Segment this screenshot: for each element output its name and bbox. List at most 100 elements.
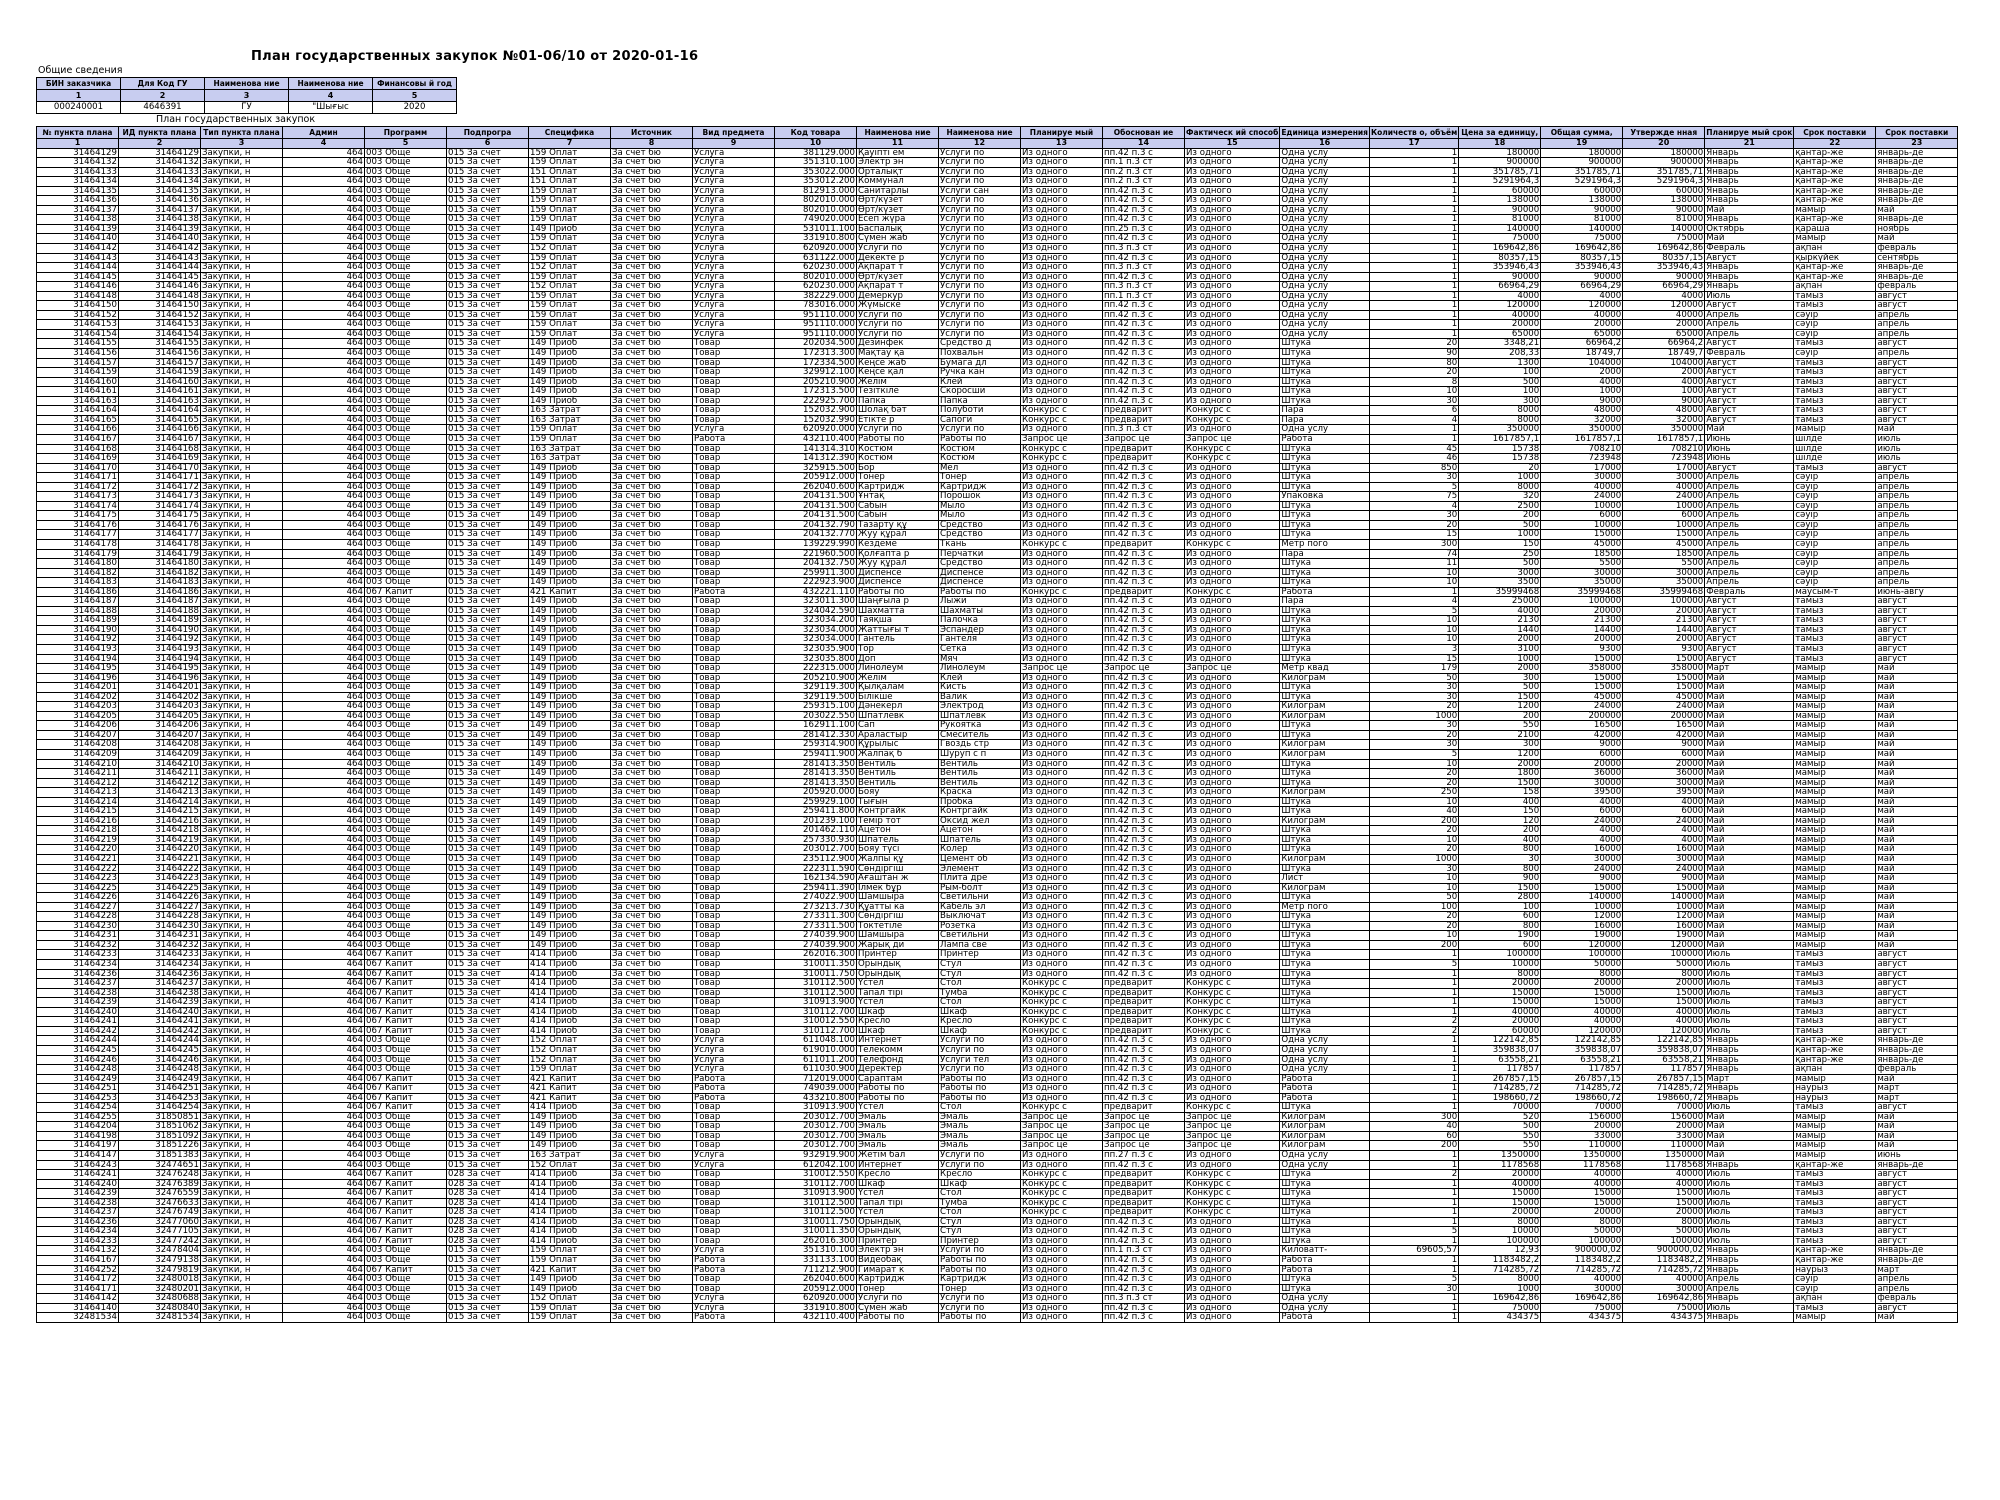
table-cell[interactable]: Картридж (856, 1274, 939, 1285)
table-cell[interactable]: За счет бю (610, 462, 693, 474)
table-cell[interactable]: 149 Приоб (528, 930, 611, 941)
table-cell[interactable]: 015 За счет (446, 911, 529, 922)
table-cell[interactable]: Товар (692, 710, 775, 722)
table-cell[interactable]: Услуги по (938, 309, 1021, 321)
table-cell[interactable]: 149 Приоб (528, 605, 611, 617)
table-cell[interactable]: Из одного (1183, 1283, 1281, 1295)
table-cell[interactable]: За счет бю (610, 443, 693, 455)
table-cell[interactable]: Июль (1704, 1188, 1795, 1199)
table-cell[interactable]: 20000 (1540, 978, 1624, 989)
table-cell[interactable]: август (1875, 949, 1959, 961)
table-cell[interactable]: Работа (1279, 1255, 1370, 1266)
table-cell[interactable]: январь-де (1875, 271, 1959, 283)
table-cell[interactable]: 464 (282, 424, 365, 435)
table-cell[interactable]: май (1875, 1073, 1959, 1085)
table-cell[interactable]: Товар (692, 348, 775, 359)
table-cell[interactable]: 350000 (1458, 424, 1542, 435)
table-cell[interactable]: Из одного (1020, 911, 1103, 922)
table-cell[interactable]: 323035.800 (774, 653, 857, 665)
table-cell[interactable]: Услуги по (856, 309, 939, 321)
table-cell[interactable]: 281413.350 (774, 758, 857, 770)
table-cell[interactable]: 003 Обще (364, 720, 447, 731)
table-cell[interactable]: 9000 (1622, 873, 1706, 884)
table-cell[interactable]: 40000 (1458, 1006, 1542, 1018)
table-cell[interactable]: қантар-же (1793, 176, 1877, 187)
table-cell[interactable]: 20 (1368, 920, 1460, 932)
table-cell[interactable]: Май (1704, 787, 1795, 798)
table-cell[interactable]: Услуги по (938, 157, 1021, 168)
table-cell[interactable]: предварит (1102, 443, 1185, 455)
table-cell[interactable]: Кресло (856, 1169, 939, 1180)
table-cell[interactable]: 31464167 (118, 433, 201, 445)
table-cell[interactable]: 003 Обще (364, 510, 447, 521)
table-cell[interactable]: Из одного (1020, 1274, 1103, 1285)
table-cell[interactable]: 464 (282, 214, 365, 225)
table-cell[interactable]: За счет бю (610, 653, 693, 665)
table-cell[interactable]: За счет бю (610, 243, 693, 254)
table-cell[interactable]: 31464230 (36, 920, 119, 932)
table-cell[interactable]: Из одного (1183, 1245, 1281, 1256)
table-cell[interactable]: 414 Приоб (528, 1197, 611, 1209)
table-cell[interactable]: 464 (282, 443, 365, 455)
table-cell[interactable]: 351310.100 (774, 157, 857, 168)
table-cell[interactable]: 6000 (1622, 806, 1706, 817)
table-cell[interactable]: Жарық ди (856, 939, 939, 951)
table-cell[interactable]: Из одного (1020, 1073, 1103, 1085)
table-cell[interactable]: 003 Обще (364, 252, 447, 264)
table-cell[interactable]: 31464172 (36, 1274, 119, 1285)
table-cell[interactable]: За счет бю (610, 233, 693, 244)
table-cell[interactable]: 150 (1458, 538, 1542, 550)
table-cell[interactable]: 149 Приоб (528, 844, 611, 855)
table-cell[interactable]: 75000 (1622, 233, 1706, 244)
table-cell[interactable]: 24000 (1622, 701, 1706, 712)
table-cell[interactable]: Услуги по (856, 424, 939, 435)
table-cell[interactable]: Работа (1279, 1312, 1370, 1323)
table-cell[interactable]: Вентиль (938, 777, 1021, 789)
table-cell[interactable]: 31464234 (36, 1226, 119, 1237)
table-cell[interactable]: Закупки, н (200, 720, 283, 731)
table-cell[interactable]: 31464155 (36, 338, 119, 350)
table-cell[interactable]: пп.42 п.3 с (1102, 472, 1185, 483)
table-cell[interactable]: 20000 (1622, 978, 1706, 989)
table-cell[interactable]: Из одного (1020, 166, 1103, 178)
table-cell[interactable]: Краска (938, 787, 1021, 798)
table-cell[interactable]: 8000 (1622, 968, 1706, 980)
table-cell[interactable]: Из одного (1183, 243, 1281, 254)
table-cell[interactable]: 100000 (1540, 949, 1624, 961)
table-cell[interactable]: 203012.700 (774, 1130, 857, 1142)
table-cell[interactable]: июнь (1875, 1149, 1959, 1161)
table-cell[interactable]: 1 (1368, 1064, 1460, 1075)
table-cell[interactable]: 003 Обще (364, 1159, 447, 1171)
table-cell[interactable]: 003 Обще (364, 920, 447, 932)
table-cell[interactable]: 5 (1368, 481, 1460, 493)
table-cell[interactable]: Работы по (938, 586, 1021, 598)
table-cell[interactable]: 31464244 (36, 1035, 119, 1046)
table-cell[interactable]: Апрель (1704, 548, 1795, 560)
table-cell[interactable]: Услуга (692, 309, 775, 321)
table-cell[interactable]: 414 Приоб (528, 959, 611, 970)
table-cell[interactable]: 015 За счет (446, 892, 529, 903)
table-cell[interactable]: август (1875, 414, 1959, 426)
table-cell[interactable]: 31464214 (118, 796, 201, 808)
table-cell[interactable]: 003 Обще (364, 1255, 447, 1266)
table-cell[interactable]: Одна услу (1279, 328, 1370, 340)
table-cell[interactable]: Из одного (1020, 1035, 1103, 1046)
table-cell[interactable]: 4000 (1622, 825, 1706, 836)
table-cell[interactable]: Из одного (1183, 834, 1281, 846)
table-cell[interactable]: Август (1704, 605, 1795, 617)
table-cell[interactable]: 25000 (1458, 596, 1542, 607)
table-cell[interactable]: Ағаштан ж (856, 873, 939, 884)
table-cell[interactable]: Услуги по (938, 1245, 1021, 1256)
table-cell[interactable]: 015 За счет (446, 558, 529, 569)
table-cell[interactable]: август (1875, 959, 1959, 970)
table-cell[interactable]: Услуга (692, 223, 775, 235)
table-cell[interactable]: 31464219 (36, 834, 119, 846)
table-cell[interactable]: Май (1704, 1130, 1795, 1142)
table-cell[interactable]: 159 Оплат (528, 1302, 611, 1314)
table-cell[interactable]: 464 (282, 710, 365, 722)
table-cell[interactable]: апрель (1875, 491, 1959, 502)
table-cell[interactable]: 31464251 (118, 1083, 201, 1094)
table-cell[interactable]: 464 (282, 453, 365, 464)
table-cell[interactable]: 9000 (1622, 395, 1706, 407)
table-cell[interactable]: 31464182 (36, 567, 119, 579)
